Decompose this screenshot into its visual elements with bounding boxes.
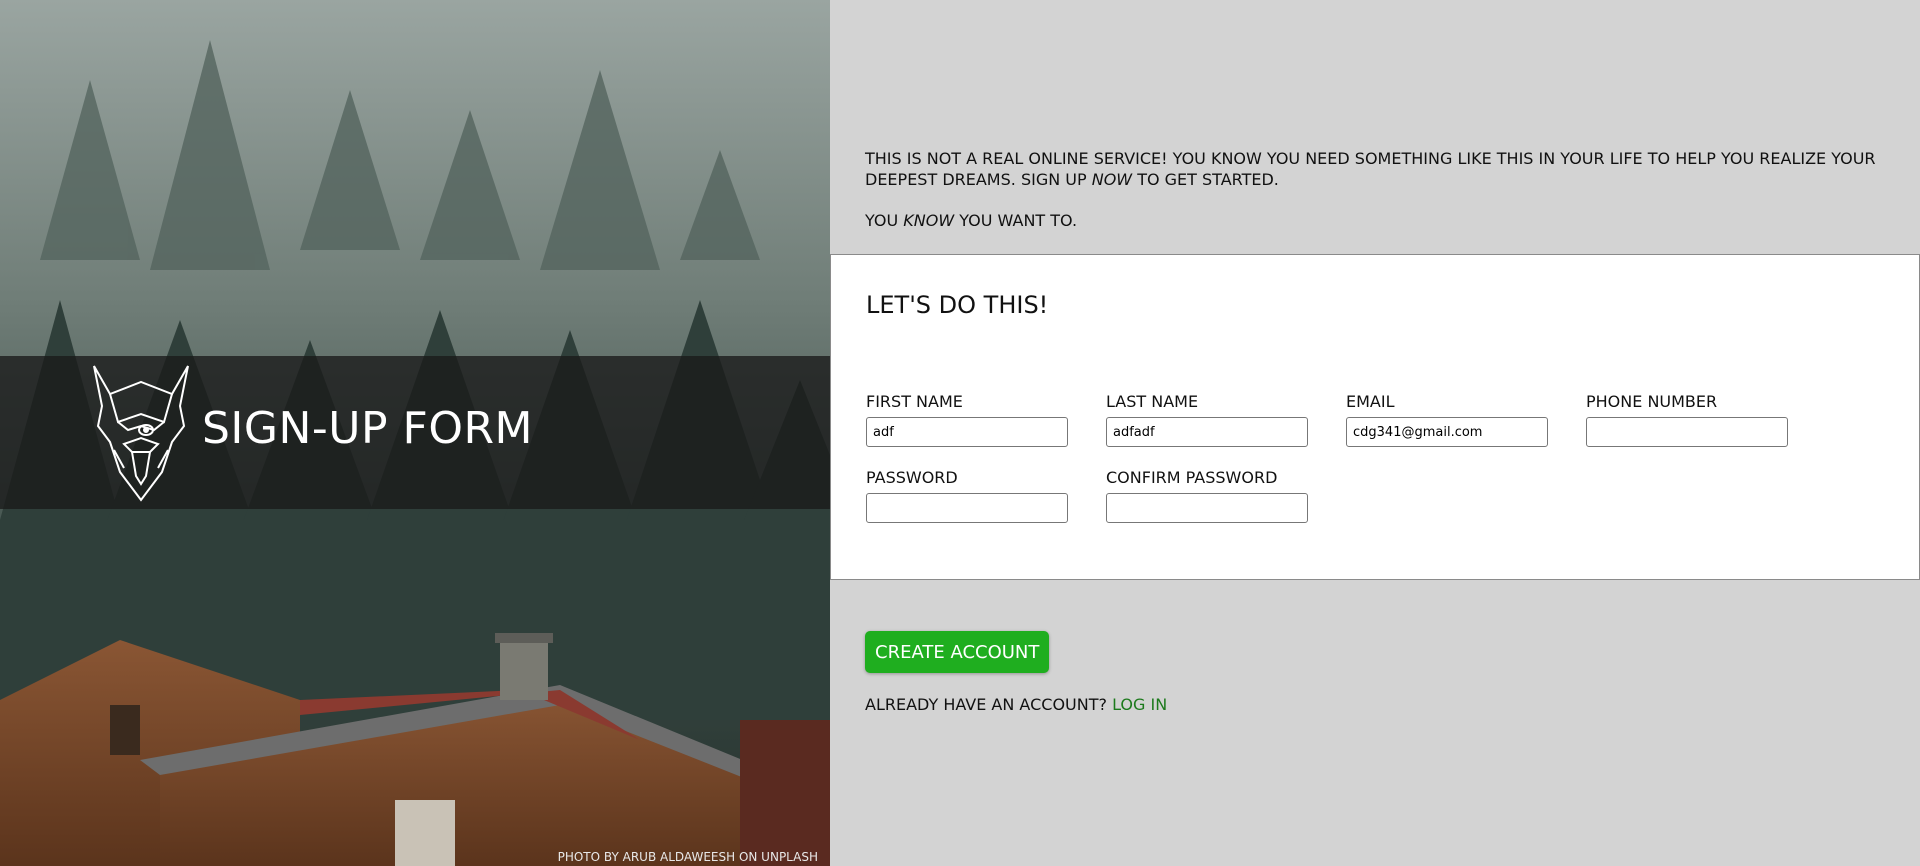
create-account-button[interactable]: CREATE ACCOUNT — [865, 631, 1050, 673]
photo-credit: PHOTO BY ARUB ALDAWEESH ON UNPLASH — [557, 850, 818, 864]
hero-panel: SIGN-UP FORM PHOTO BY ARUB ALDAWEESH ON … — [0, 0, 830, 866]
confirm-password-label: CONFIRM PASSWORD — [1106, 468, 1278, 487]
login-prompt: ALREADY HAVE AN ACCOUNT? LOG IN — [865, 695, 1167, 714]
confirm-password-field: CONFIRM PASSWORD — [1106, 468, 1308, 523]
intro-text-part: YOU WANT TO. — [954, 211, 1078, 230]
password-field: PASSWORD — [866, 468, 1068, 523]
password-input[interactable] — [866, 493, 1068, 523]
intro-paragraph-1: THIS IS NOT A REAL ONLINE SERVICE! YOU K… — [865, 148, 1905, 190]
form-heading: LET'S DO THIS! — [866, 291, 1049, 319]
intro-paragraph-2: YOU KNOW YOU WANT TO. — [865, 210, 1905, 231]
email-label: EMAIL — [1346, 392, 1395, 411]
login-link[interactable]: LOG IN — [1112, 695, 1167, 714]
email-field: EMAIL — [1346, 392, 1548, 447]
last-name-label: LAST NAME — [1106, 392, 1199, 411]
intro-text-part: TO GET STARTED. — [1132, 170, 1279, 189]
intro-text-part: YOU — [865, 211, 904, 230]
first-name-field: FIRST NAME — [866, 392, 1068, 447]
brand-title: SIGN-UP FORM — [202, 403, 533, 454]
page: SIGN-UP FORM PHOTO BY ARUB ALDAWEESH ON … — [0, 0, 1920, 866]
last-name-input[interactable] — [1106, 417, 1308, 447]
form-panel: THIS IS NOT A REAL ONLINE SERVICE! YOU K… — [830, 0, 1920, 866]
intro-text: THIS IS NOT A REAL ONLINE SERVICE! YOU K… — [865, 148, 1905, 231]
phone-input[interactable] — [1586, 417, 1788, 447]
phone-field: PHONE NUMBER — [1586, 392, 1788, 447]
viking-logo-icon — [93, 365, 189, 502]
confirm-password-input[interactable] — [1106, 493, 1308, 523]
last-name-field: LAST NAME — [1106, 392, 1308, 447]
phone-label: PHONE NUMBER — [1586, 392, 1718, 411]
login-prompt-text: ALREADY HAVE AN ACCOUNT? — [865, 695, 1113, 714]
first-name-input[interactable] — [866, 417, 1068, 447]
intro-text-part: THIS IS NOT A REAL ONLINE SERVICE! YOU K… — [865, 149, 1876, 189]
intro-emphasis-know: KNOW — [903, 211, 955, 230]
signup-form-card: LET'S DO THIS! FIRST NAME LAST NAME EMAI… — [830, 254, 1920, 580]
email-input[interactable] — [1346, 417, 1548, 447]
intro-emphasis-now: NOW — [1091, 170, 1133, 189]
first-name-label: FIRST NAME — [866, 392, 963, 411]
password-label: PASSWORD — [866, 468, 958, 487]
